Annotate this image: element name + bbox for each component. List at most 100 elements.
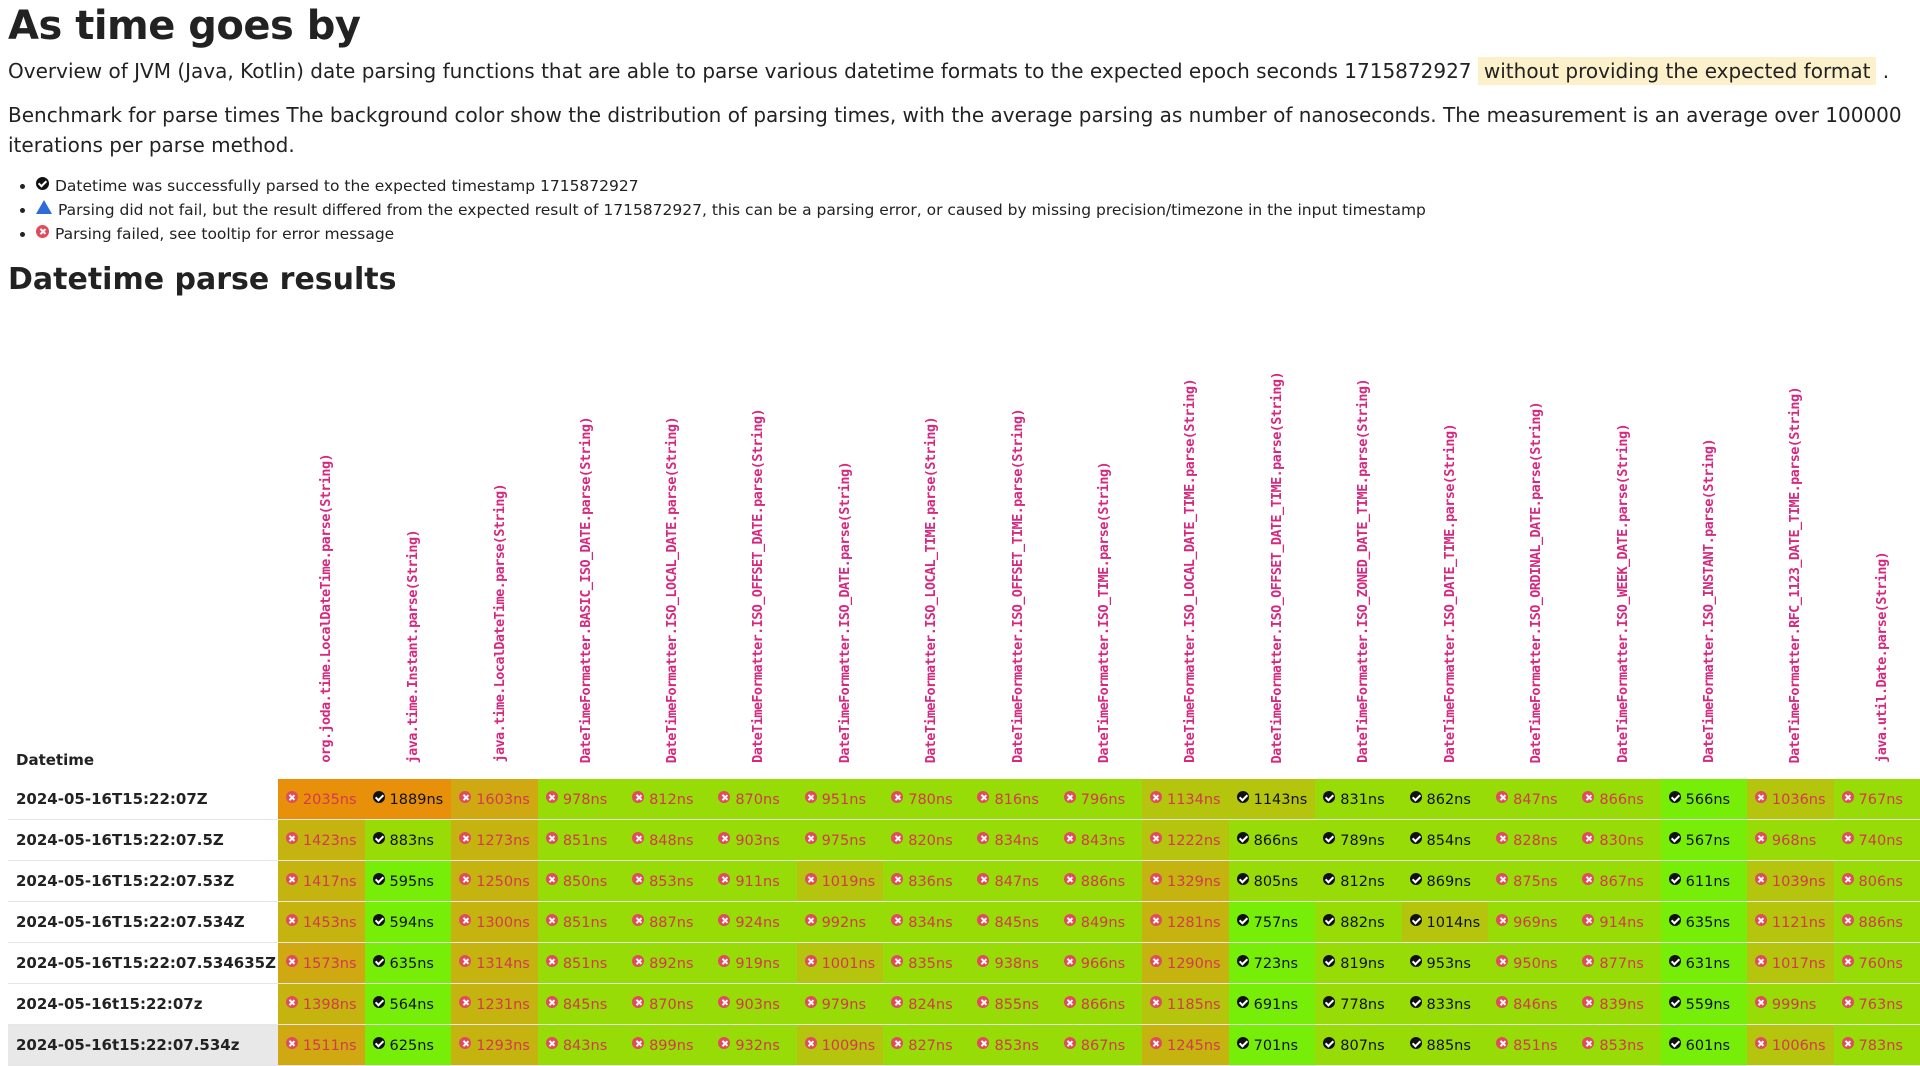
result-cell[interactable]: 903ns — [710, 983, 797, 1025]
result-cell[interactable]: 870ns — [624, 983, 711, 1025]
result-cell[interactable]: 853ns — [624, 860, 711, 902]
result-cell[interactable]: 866ns — [1055, 983, 1142, 1025]
result-cell[interactable]: 1143ns — [1228, 779, 1316, 820]
result-cell[interactable]: 843ns — [537, 1024, 625, 1066]
result-cell[interactable]: 1134ns — [1141, 779, 1229, 820]
result-cell[interactable]: 1019ns — [796, 860, 884, 902]
result-cell[interactable]: 763ns — [1833, 983, 1920, 1025]
result-cell[interactable]: 851ns — [537, 901, 625, 943]
result-cell[interactable]: 887ns — [624, 901, 711, 943]
result-cell[interactable]: 919ns — [710, 942, 797, 984]
result-cell[interactable]: 833ns — [1401, 983, 1489, 1025]
result-cell[interactable]: 566ns — [1660, 779, 1747, 820]
result-cell[interactable]: 978ns — [537, 779, 625, 820]
result-cell[interactable]: 855ns — [969, 983, 1056, 1025]
result-cell[interactable]: 950ns — [1488, 942, 1575, 984]
result-cell[interactable]: 866ns — [1228, 819, 1316, 861]
result-cell[interactable]: 1185ns — [1141, 983, 1229, 1025]
result-cell[interactable]: 778ns — [1315, 983, 1402, 1025]
result-cell[interactable]: 1398ns — [277, 983, 365, 1025]
result-cell[interactable]: 1222ns — [1141, 819, 1229, 861]
result-cell[interactable]: 968ns — [1746, 819, 1834, 861]
result-cell[interactable]: 819ns — [1315, 942, 1402, 984]
result-cell[interactable]: 789ns — [1315, 819, 1402, 861]
result-cell[interactable]: 1006ns — [1746, 1024, 1834, 1066]
result-cell[interactable]: 862ns — [1401, 779, 1489, 820]
result-cell[interactable]: 767ns — [1833, 779, 1920, 820]
result-cell[interactable]: 1603ns — [451, 779, 538, 820]
result-cell[interactable]: 951ns — [796, 779, 884, 820]
result-cell[interactable]: 1273ns — [451, 819, 538, 861]
result-cell[interactable]: 1017ns — [1746, 942, 1834, 984]
result-cell[interactable]: 877ns — [1574, 942, 1661, 984]
result-cell[interactable]: 1281ns — [1141, 901, 1229, 943]
result-cell[interactable]: 691ns — [1228, 983, 1316, 1025]
result-cell[interactable]: 1121ns — [1746, 901, 1834, 943]
result-cell[interactable]: 1231ns — [451, 983, 538, 1025]
result-cell[interactable]: 914ns — [1574, 901, 1661, 943]
result-cell[interactable]: 1245ns — [1141, 1024, 1229, 1066]
result-cell[interactable]: 992ns — [796, 901, 884, 943]
result-cell[interactable]: 839ns — [1574, 983, 1661, 1025]
result-cell[interactable]: 845ns — [969, 901, 1056, 943]
result-cell[interactable]: 1889ns — [364, 779, 452, 820]
result-cell[interactable]: 853ns — [1574, 1024, 1661, 1066]
result-cell[interactable]: 899ns — [624, 1024, 711, 1066]
result-cell[interactable]: 867ns — [1055, 1024, 1142, 1066]
result-cell[interactable]: 892ns — [624, 942, 711, 984]
result-cell[interactable]: 882ns — [1315, 901, 1402, 943]
result-cell[interactable]: 1417ns — [277, 860, 365, 902]
result-cell[interactable]: 850ns — [537, 860, 625, 902]
result-cell[interactable]: 853ns — [969, 1024, 1056, 1066]
result-cell[interactable]: 567ns — [1660, 819, 1747, 861]
result-cell[interactable]: 780ns — [883, 779, 970, 820]
result-cell[interactable]: 870ns — [710, 779, 797, 820]
result-cell[interactable]: 875ns — [1488, 860, 1575, 902]
result-cell[interactable]: 885ns — [1401, 1024, 1489, 1066]
result-cell[interactable]: 757ns — [1228, 901, 1316, 943]
result-cell[interactable]: 723ns — [1228, 942, 1316, 984]
result-cell[interactable]: 611ns — [1660, 860, 1747, 902]
result-cell[interactable]: 932ns — [710, 1024, 797, 1066]
result-cell[interactable]: 783ns — [1833, 1024, 1920, 1066]
result-cell[interactable]: 1009ns — [796, 1024, 884, 1066]
result-cell[interactable]: 564ns — [364, 983, 452, 1025]
result-cell[interactable]: 820ns — [883, 819, 970, 861]
result-cell[interactable]: 924ns — [710, 901, 797, 943]
result-cell[interactable]: 828ns — [1488, 819, 1575, 861]
result-cell[interactable]: 2035ns — [277, 779, 365, 820]
result-cell[interactable]: 824ns — [883, 983, 970, 1025]
result-cell[interactable]: 701ns — [1228, 1024, 1316, 1066]
result-cell[interactable]: 1290ns — [1141, 942, 1229, 984]
result-cell[interactable]: 635ns — [364, 942, 452, 984]
result-cell[interactable]: 760ns — [1833, 942, 1920, 984]
result-cell[interactable]: 843ns — [1055, 819, 1142, 861]
result-cell[interactable]: 1300ns — [451, 901, 538, 943]
result-cell[interactable]: 886ns — [1833, 901, 1920, 943]
result-cell[interactable]: 849ns — [1055, 901, 1142, 943]
result-cell[interactable]: 869ns — [1401, 860, 1489, 902]
result-cell[interactable]: 1293ns — [451, 1024, 538, 1066]
result-cell[interactable]: 969ns — [1488, 901, 1575, 943]
result-cell[interactable]: 938ns — [969, 942, 1056, 984]
result-cell[interactable]: 903ns — [710, 819, 797, 861]
result-cell[interactable]: 854ns — [1401, 819, 1489, 861]
result-cell[interactable]: 966ns — [1055, 942, 1142, 984]
result-cell[interactable]: 625ns — [364, 1024, 452, 1066]
result-cell[interactable]: 1453ns — [277, 901, 365, 943]
result-cell[interactable]: 830ns — [1574, 819, 1661, 861]
result-cell[interactable]: 1250ns — [451, 860, 538, 902]
result-cell[interactable]: 1314ns — [451, 942, 538, 984]
result-cell[interactable]: 999ns — [1746, 983, 1834, 1025]
result-cell[interactable]: 953ns — [1401, 942, 1489, 984]
result-cell[interactable]: 635ns — [1660, 901, 1747, 943]
result-cell[interactable]: 1511ns — [277, 1024, 365, 1066]
result-cell[interactable]: 846ns — [1488, 983, 1575, 1025]
result-cell[interactable]: 851ns — [1488, 1024, 1575, 1066]
result-cell[interactable]: 1423ns — [277, 819, 365, 861]
result-cell[interactable]: 979ns — [796, 983, 884, 1025]
result-cell[interactable]: 866ns — [1574, 779, 1661, 820]
result-cell[interactable]: 601ns — [1660, 1024, 1747, 1066]
result-cell[interactable]: 847ns — [1488, 779, 1575, 820]
result-cell[interactable]: 867ns — [1574, 860, 1661, 902]
